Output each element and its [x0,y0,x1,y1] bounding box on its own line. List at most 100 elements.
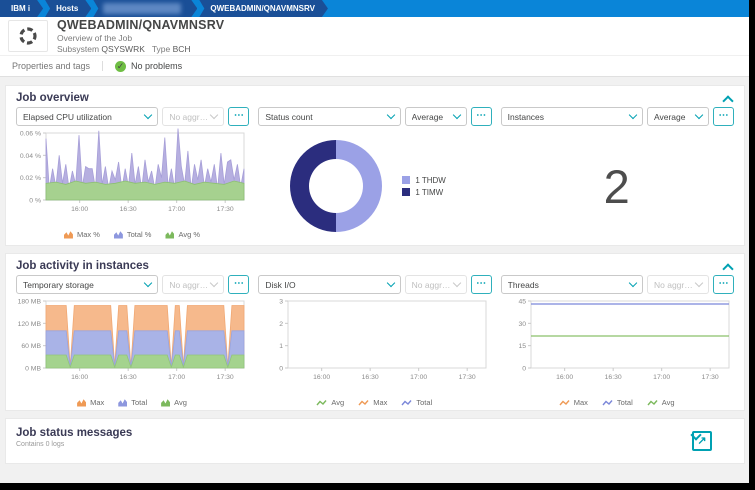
legend-label: Max [90,398,105,407]
legend-item[interactable]: Avg [647,398,675,407]
aggregation-dropdown-cpu[interactable]: No aggregation [162,107,225,126]
no-problems-label: No problems [131,61,183,71]
chart-disk-io: 3 2 1 0 16:00 16:30 17:00 17:30 Avg Max Total [258,296,490,407]
svg-text:45: 45 [518,299,526,306]
svg-text:17:30: 17:30 [217,374,234,381]
svg-text:17:30: 17:30 [459,374,476,381]
metric-dropdown-disk-io[interactable]: Disk I/O [258,275,401,294]
chevron-down-icon [694,110,704,120]
breadcrumb: IBM i Hosts QWEBADMIN/QNAVMNSRV [0,0,749,17]
chart-temporary-storage: 180 MB 120 MB 60 MB 0 MB 16:00 16:30 17:00 17:3… [16,296,248,407]
aggregation-dropdown-disk-io[interactable]: No aggregation [404,275,467,294]
metric-dropdown-instances-label: Instances [507,111,545,122]
breadcrumb-item-job[interactable]: QWEBADMIN/QNAVMNSRV [199,0,328,17]
metric-dropdown-temp-storage-label: Temporary storage [23,279,94,290]
legend-item[interactable]: Avg [316,398,344,407]
aggregation-dropdown-disk-io-label: No aggregation [411,279,454,290]
page-title: QWEBADMIN/QNAVMNSRV [57,18,225,32]
chevron-down-icon [144,110,153,120]
chevron-down-icon [210,278,219,288]
meta-value-type: BCH [172,44,191,54]
svg-text:17:00: 17:00 [653,374,670,381]
legend-item[interactable]: Max % [63,230,100,239]
legend-label: Max [573,398,588,407]
job-icon-box [8,20,48,52]
legend-label: 1 TIMW [415,187,444,197]
breadcrumb-item-hosts[interactable]: Hosts [45,0,91,17]
tile-disk-io: Disk I/O No aggregation 3 2 1 0 16:00 16:30 17… [258,275,492,407]
legend-label: Avg % [178,230,201,239]
svg-text:17:30: 17:30 [217,206,234,213]
legend-item[interactable]: 1 TIMW [402,188,446,197]
chevron-down-icon [144,278,153,288]
expand-section-messages-chevron-down-icon[interactable] [724,437,732,445]
legend-label: Max % [76,230,100,239]
collapse-section-activity-chevron-up-icon[interactable] [724,263,732,271]
chevron-down-icon [694,278,704,288]
metric-dropdown-cpu[interactable]: Elapsed CPU utilization [16,107,159,126]
more-options-button[interactable] [712,107,734,126]
more-options-button[interactable] [470,107,492,126]
svg-text:16:00: 16:00 [556,374,573,381]
tile-status-count: Status count Average 1 THDW 1 TIMW [258,107,492,244]
legend-item[interactable]: Avg % [165,230,200,239]
metric-dropdown-instances[interactable]: Instances [500,107,643,126]
more-options-button[interactable] [470,275,492,294]
legend-item[interactable]: Total [118,398,147,407]
aggregation-dropdown-temp-storage[interactable]: No aggregation [162,275,225,294]
section-title-job-overview: Job overview [16,92,89,104]
section-job-overview: Job overview Elapsed CPU utilization No … [5,85,745,246]
svg-text:17:00: 17:00 [411,374,428,381]
svg-text:1: 1 [280,343,284,350]
job-ring-icon [19,27,37,45]
problems-badge[interactable]: No problems [115,60,183,72]
breadcrumb-item-host-redacted[interactable] [93,0,197,17]
section-title-job-status-messages: Job status messages [16,427,133,439]
legend-item[interactable]: Max [77,398,104,407]
aggregation-dropdown-status[interactable]: Average [404,107,467,126]
chevron-down-icon [452,278,461,288]
svg-text:30: 30 [518,321,526,328]
svg-text:16:00: 16:00 [71,374,88,381]
legend-item[interactable]: 1 THDW [402,176,446,185]
meta-label-type: Type [151,44,171,54]
legend-item[interactable]: Max [358,398,387,407]
aggregation-dropdown-instances[interactable]: Average [646,107,709,126]
aggregation-dropdown-threads[interactable]: No aggregation [646,275,709,294]
aggregation-dropdown-cpu-label: No aggregation [169,111,211,122]
meta-label-subsystem: Subsystem [57,44,100,54]
chart-instances-single-value: 2 [501,128,733,244]
metric-dropdown-temp-storage[interactable]: Temporary storage [16,275,159,294]
legend-label: Avg [331,398,345,407]
section-subtitle-log-count: Contains 0 logs [16,441,65,448]
legend-item[interactable]: Avg [161,398,187,407]
page-subtitle: Overview of the Job [57,33,133,43]
legend-item[interactable]: Total % [113,230,151,239]
legend-label: Total [131,398,148,407]
more-options-button[interactable] [712,275,734,294]
legend-item[interactable]: Total [602,398,633,407]
breadcrumb-item-ibmi[interactable]: IBM i [0,0,43,17]
more-options-button[interactable] [228,275,250,294]
legend-item[interactable]: Total [401,398,432,407]
chevron-down-icon [628,110,638,120]
collapse-section-overview-chevron-up-icon[interactable] [724,95,732,103]
metric-dropdown-status[interactable]: Status count [258,107,401,126]
aggregation-dropdown-instances-label: Average [653,111,686,122]
tab-properties-and-tags[interactable]: Properties and tags [12,61,104,71]
metric-dropdown-threads[interactable]: Threads [500,275,643,294]
legend-item[interactable]: Max [559,398,588,407]
legend-swatch [402,176,411,184]
legend-swatch [63,231,73,239]
svg-text:17:00: 17:00 [168,374,185,381]
chart-cpu-utilization: 0.06 % 0.04 % 0.02 % 0 % 16:00 16:30 17:00 17:3… [16,128,248,239]
tile-instances: Instances Average 2 [500,107,734,244]
legend-swatch [77,399,87,407]
legend-swatch [161,399,171,407]
entity-titles: QWEBADMIN/QNAVMNSRV Overview of the Job … [57,18,224,54]
svg-text:17:00: 17:00 [168,206,185,213]
more-options-button[interactable] [228,107,250,126]
svg-text:15: 15 [518,343,526,350]
legend-label: Total [616,398,633,407]
legend-label: Total [416,398,433,407]
